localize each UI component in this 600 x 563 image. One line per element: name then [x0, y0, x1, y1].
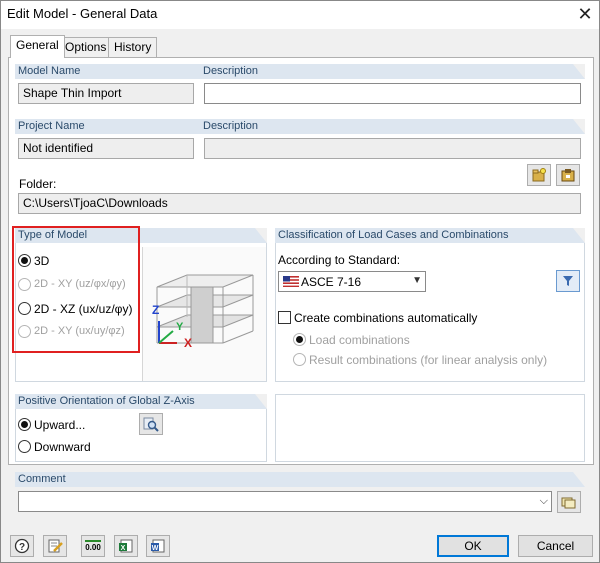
project-folder-icon	[561, 169, 575, 182]
edit-pencil-icon	[48, 539, 63, 553]
comment-library-button[interactable]	[557, 491, 581, 513]
new-folder-icon	[532, 168, 546, 182]
orientation-details-button[interactable]	[139, 413, 163, 435]
type-of-model-highlight	[12, 226, 140, 353]
export-word-button[interactable]: W	[146, 535, 170, 557]
standard-value: ASCE 7-16	[301, 275, 362, 289]
radio-load-combinations-label: Load combinations	[309, 333, 410, 347]
project-section-header: Project Name Description	[15, 119, 585, 134]
project-name-field[interactable]: Not identified	[18, 138, 194, 159]
building-3d-icon	[156, 274, 254, 344]
units-button[interactable]: 0.00	[81, 535, 105, 557]
classification-header: Classification of Load Cases and Combina…	[275, 228, 585, 243]
svg-text:X: X	[121, 545, 126, 552]
radio-load-combinations[interactable]	[293, 333, 306, 346]
edit-model-dialog: Edit Model - General Data ✕ General Opti…	[0, 0, 600, 563]
tab-general[interactable]: General	[10, 35, 65, 58]
new-project-button[interactable]	[527, 164, 551, 186]
tab-history[interactable]: History	[108, 37, 158, 57]
model-description-field[interactable]	[204, 83, 581, 104]
svg-text:?: ?	[19, 542, 25, 553]
comment-field[interactable]: ⌵	[18, 491, 552, 512]
cancel-button[interactable]: Cancel	[518, 535, 593, 557]
folder-path-field[interactable]: C:\Users\TjoaC\Downloads	[18, 193, 581, 214]
help-button[interactable]: ?	[10, 535, 34, 557]
filter-icon	[563, 276, 573, 286]
tab-options[interactable]: Options	[59, 37, 113, 57]
chevron-down-icon: ⌵	[539, 495, 548, 507]
window-title: Edit Model - General Data	[7, 6, 158, 21]
radio-result-combinations-label: Result combinations (for linear analysis…	[309, 353, 548, 367]
model-section-header: Model Name Description	[15, 64, 585, 79]
radio-downward-label: Downward	[34, 440, 91, 454]
orientation-title: Positive Orientation of Global Z-Axis	[18, 395, 195, 407]
radio-downward[interactable]	[18, 440, 31, 453]
title-bar: Edit Model - General Data ✕	[1, 1, 599, 29]
project-description-header: Description	[203, 120, 259, 132]
library-icon	[561, 497, 576, 509]
usa-flag-icon	[283, 276, 299, 287]
model-name-header: Model Name	[18, 65, 81, 77]
axis-z-label: Z	[152, 303, 160, 317]
radio-upward[interactable]	[18, 418, 31, 431]
create-combinations-label: Create combinations automatically	[294, 311, 478, 325]
orientation-header: Positive Orientation of Global Z-Axis	[15, 394, 267, 409]
close-button[interactable]: ✕	[571, 2, 599, 28]
ok-button[interactable]: OK	[437, 535, 509, 557]
chevron-down-icon: ▼	[412, 275, 422, 286]
folder-label: Folder:	[19, 177, 57, 191]
model-description-header: Description	[203, 65, 259, 77]
axis-x-label: X	[184, 336, 193, 350]
comment-title: Comment	[18, 473, 66, 485]
create-combinations-checkbox[interactable]	[278, 311, 291, 324]
project-description-field[interactable]	[204, 138, 581, 159]
word-icon: W	[151, 539, 165, 553]
empty-panel	[275, 394, 585, 462]
project-name-header: Project Name	[18, 120, 85, 132]
standard-label: According to Standard:	[278, 253, 401, 267]
magnifier-icon	[143, 417, 159, 432]
radio-result-combinations[interactable]	[293, 353, 306, 366]
radio-upward-label: Upward...	[34, 418, 86, 432]
axis-y-label: Y	[176, 321, 184, 333]
edit-button[interactable]	[43, 535, 67, 557]
standard-select[interactable]: ASCE 7-16 ▼	[278, 271, 426, 292]
excel-icon: X	[119, 539, 133, 553]
comment-header: Comment	[15, 472, 585, 487]
help-icon: ?	[14, 538, 30, 554]
svg-text:W: W	[152, 545, 159, 552]
export-excel-button[interactable]: X	[114, 535, 138, 557]
units-icon: 0.00	[85, 540, 101, 552]
open-project-button[interactable]	[556, 164, 580, 186]
model-type-preview: Z Y X	[142, 247, 266, 381]
filter-button[interactable]	[556, 270, 580, 292]
classification-title: Classification of Load Cases and Combina…	[278, 229, 509, 241]
model-name-field[interactable]: Shape Thin Import	[18, 83, 194, 104]
